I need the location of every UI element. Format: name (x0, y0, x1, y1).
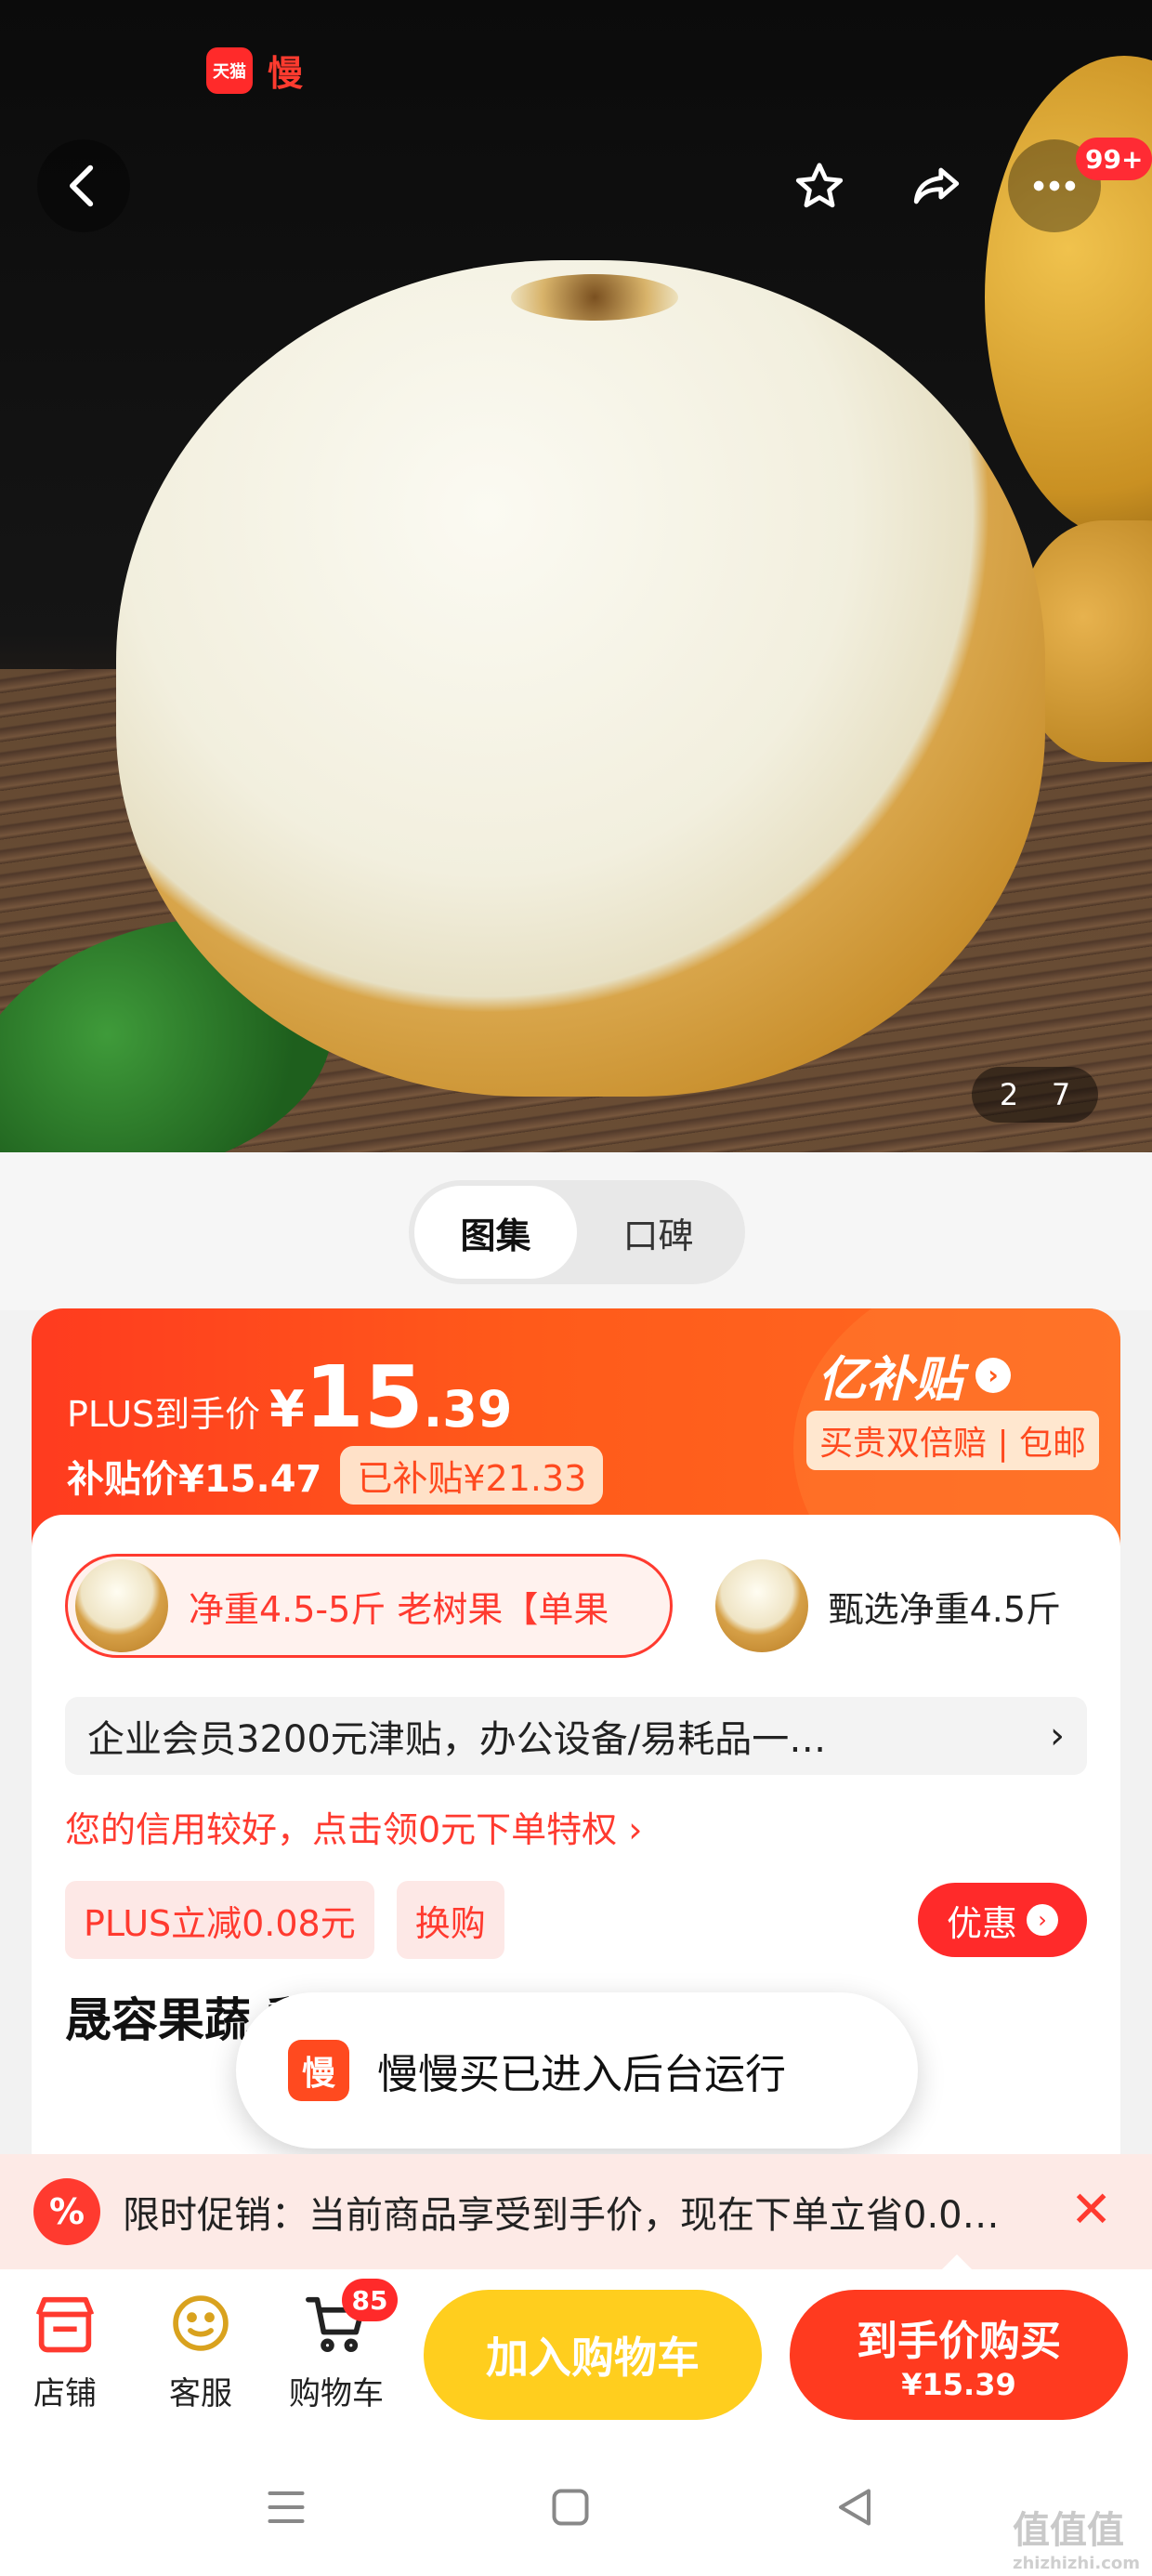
billion-subsidy-link[interactable]: 亿补贴 › (818, 1340, 1012, 1410)
add-to-cart-button[interactable]: 加入购物车 (424, 2290, 762, 2420)
app-logo-text: 慢 (268, 53, 304, 94)
favorite-button[interactable] (773, 139, 866, 232)
watermark-url: zhizhizhi.com (1013, 2554, 1141, 2573)
plus-price: PLUS到手价 ¥ 15 .39 (67, 1355, 512, 1440)
subsidy-price-label: 补贴价¥15.47 (67, 1457, 322, 1501)
star-icon (795, 163, 844, 208)
app-icon: 慢 (288, 2040, 349, 2101)
tab-reviews[interactable]: 口碑 (577, 1186, 740, 1279)
cart-button[interactable]: 85 购物车 (281, 2279, 398, 2413)
share-button[interactable] (890, 139, 983, 232)
pager-total: 7 (1051, 1077, 1071, 1112)
background-pear-image (985, 56, 1152, 539)
chevron-right-icon: › (1050, 1715, 1065, 1757)
share-icon (913, 167, 960, 204)
chevron-right-icon: › (975, 1357, 1012, 1393)
trade-in-tag[interactable]: 换购 (396, 1881, 504, 1959)
toast-message: 慢慢买已进入后台运行 (377, 2051, 786, 2098)
enterprise-member-banner[interactable]: 企业会员3200元津贴，办公设备/易耗品一… › (65, 1697, 1087, 1775)
gallery-switch-area: 图集 口碑 (0, 1152, 1152, 1310)
buy-now-button[interactable]: 到手价购买 ¥15.39 (790, 2290, 1128, 2420)
discount-button[interactable]: 优惠 › (918, 1883, 1087, 1957)
notification-badge: 99+ (1076, 138, 1152, 180)
pear-stem-image (511, 274, 678, 321)
chevron-left-icon (70, 164, 94, 207)
bottom-action-bar: 店铺 客服 85 购物车 加入购物车 到手价购买 ¥15.39 (0, 2269, 1152, 2437)
back-triangle-icon[interactable] (827, 2479, 883, 2535)
store-label: 店铺 (33, 2375, 97, 2412)
cart-count-badge: 85 (342, 2279, 398, 2321)
subsidy-amount-tag: 已补贴¥21.33 (340, 1446, 604, 1505)
cart-label: 购物车 (289, 2375, 384, 2412)
sku-label: 甄选净重4.5斤 (828, 1588, 1061, 1630)
tab-gallery[interactable]: 图集 (414, 1186, 577, 1279)
customer-service-label: 客服 (169, 2375, 232, 2412)
peeled-pear-image (116, 260, 1045, 1097)
discount-label: 优惠 (946, 1902, 1017, 1944)
sku-option[interactable]: 甄选净重4.5斤 (707, 1554, 1087, 1658)
store-button[interactable]: 店铺 (9, 2288, 121, 2413)
guarantee-badge: 买贵双倍赔 | 包邮 (806, 1411, 1100, 1470)
enterprise-text: 企业会员3200元津贴，办公设备/易耗品一… (87, 1718, 827, 1761)
pager-current: 2 (999, 1077, 1019, 1112)
menu-icon[interactable] (258, 2479, 314, 2535)
gallery-review-switch: 图集 口碑 (409, 1180, 745, 1284)
home-icon[interactable] (543, 2479, 598, 2535)
tmall-logo-icon: 天猫 (206, 46, 253, 94)
plus-discount-tag[interactable]: PLUS立减0.08元 (65, 1881, 374, 1959)
plus-price-currency: ¥ (269, 1380, 305, 1439)
brand-logo: 天猫 慢 (206, 45, 303, 96)
promotion-tags: PLUS立减0.08元 换购 (65, 1881, 504, 1959)
plus-price-integer: 15 (304, 1347, 424, 1447)
sku-thumbnail (75, 1559, 168, 1652)
subsidy-price: 补贴价¥15.47 已补贴¥21.33 (67, 1446, 604, 1505)
percent-icon: % (33, 2178, 100, 2245)
close-icon[interactable]: ✕ (1070, 2182, 1112, 2238)
image-pager: 2 7 (972, 1067, 1098, 1123)
system-navigation-bar (0, 2437, 1152, 2576)
chevron-right-icon: › (1027, 1904, 1058, 1936)
customer-service-button[interactable]: 客服 (145, 2288, 256, 2413)
background-running-toast: 慢 慢慢买已进入后台运行 (236, 1992, 918, 2149)
store-icon (35, 2296, 95, 2353)
promo-strip[interactable]: % 限时促销：当前商品享受到手价，现在下单立省0.0… ✕ (0, 2154, 1152, 2271)
billion-subsidy-title: 亿补贴 (818, 1352, 963, 1408)
back-button[interactable] (37, 139, 130, 232)
sku-selector: 净重4.5-5斤 老树果【单果 甄选净重4.5斤 (65, 1554, 1087, 1658)
sku-option[interactable]: 净重4.5-5斤 老树果【单果 (65, 1554, 673, 1658)
customer-service-icon (173, 2295, 229, 2351)
promo-text: 限时促销：当前商品享受到手价，现在下单立省0.0… (123, 2194, 1000, 2237)
sku-thumbnail (714, 1559, 808, 1652)
buy-now-label: 到手价购买 (857, 2318, 1061, 2365)
sku-label: 净重4.5-5斤 老树果【单果 (189, 1588, 609, 1630)
watermark-text: 值值值 (1013, 2509, 1124, 2552)
more-dots-icon (1033, 180, 1076, 191)
plus-price-decimal: .39 (423, 1380, 513, 1439)
plus-price-label: PLUS到手价 (67, 1394, 261, 1435)
credit-privilege-link[interactable]: 您的信用较好，点击领0元下单特权 › (65, 1801, 642, 1852)
watermark: 值值值 zhizhizhi.com (1013, 2500, 1140, 2573)
buy-now-price: ¥15.39 (901, 2367, 1016, 2402)
